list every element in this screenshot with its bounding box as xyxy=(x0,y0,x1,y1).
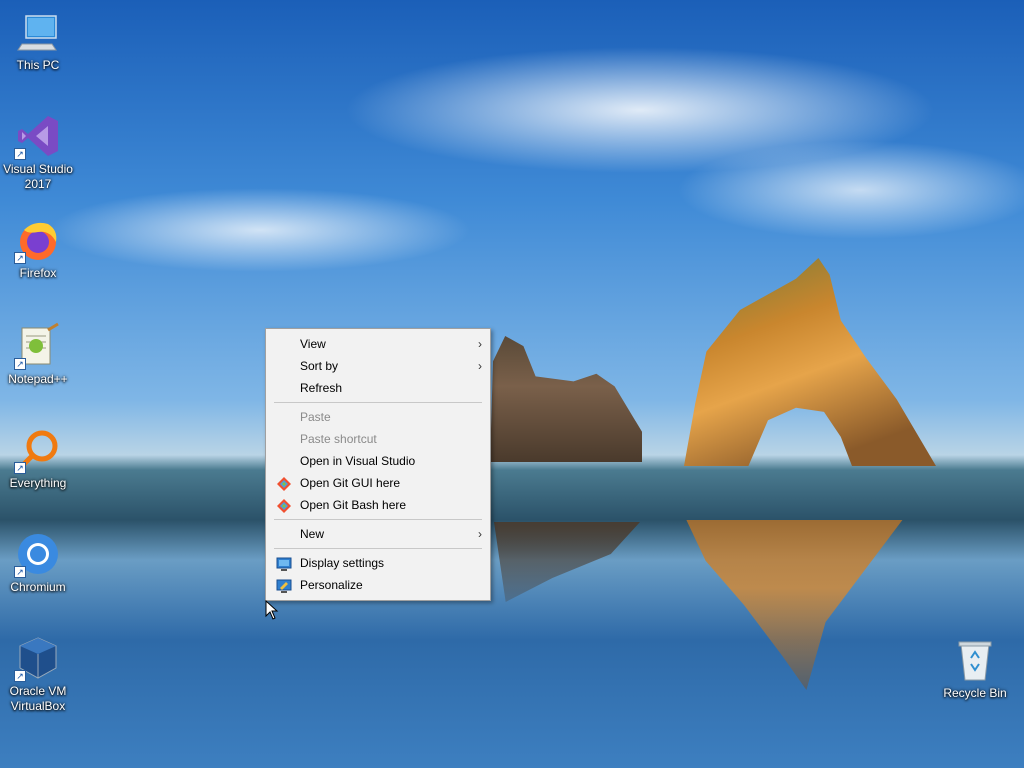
desktop-icon-label: Recycle Bin xyxy=(943,686,1007,700)
menu-item-label: Paste xyxy=(300,410,331,424)
menu-item-open-in-visual-studio[interactable]: Open in Visual Studio xyxy=(266,450,490,472)
desktop-icon-label: Chromium xyxy=(10,580,66,594)
shortcut-arrow-icon: ↗ xyxy=(14,358,26,370)
menu-item-label: Open Git GUI here xyxy=(300,476,401,490)
menu-item-label: Sort by xyxy=(300,359,339,373)
desktop-icon-label: Everything xyxy=(9,476,67,490)
desktop-icon-label: Notepad++ xyxy=(8,372,68,386)
mouse-cursor-icon xyxy=(265,599,279,620)
desktop-icon-label: Firefox xyxy=(19,266,57,280)
submenu-arrow-icon: › xyxy=(478,337,482,351)
menu-item-label: New xyxy=(300,527,325,541)
recycle-bin-icon xyxy=(951,636,999,684)
this-pc-icon xyxy=(14,8,62,56)
menu-item-label: View xyxy=(300,337,326,351)
menu-item-label: Paste shortcut xyxy=(300,432,377,446)
desktop-icon-label: Visual Studio 2017 xyxy=(3,162,73,191)
visual-studio-icon: ↗ xyxy=(14,112,62,160)
submenu-arrow-icon: › xyxy=(478,359,482,373)
menu-item-new[interactable]: New › xyxy=(266,523,490,545)
git-icon xyxy=(276,476,292,491)
menu-item-sort-by[interactable]: Sort by › xyxy=(266,355,490,377)
shortcut-arrow-icon: ↗ xyxy=(14,670,26,682)
submenu-arrow-icon: › xyxy=(478,527,482,541)
menu-item-display-settings[interactable]: Display settings xyxy=(266,552,490,574)
menu-item-label: Refresh xyxy=(300,381,343,395)
display-settings-icon xyxy=(276,556,292,571)
desktop-icon-label: This PC xyxy=(16,58,60,72)
menu-separator xyxy=(274,402,482,403)
desktop-context-menu: View › Sort by › Refresh Paste Paste sho… xyxy=(265,328,491,601)
desktop-icon-this-pc[interactable]: This PC xyxy=(0,8,76,73)
desktop-icon-chromium[interactable]: ↗ Chromium xyxy=(0,530,76,595)
everything-search-icon: ↗ xyxy=(14,426,62,474)
firefox-icon: ↗ xyxy=(14,216,62,264)
menu-item-open-git-bash[interactable]: Open Git Bash here xyxy=(266,494,490,516)
desktop-icon-recycle-bin[interactable]: Recycle Bin xyxy=(936,636,1014,701)
git-icon xyxy=(276,498,292,513)
menu-item-refresh[interactable]: Refresh xyxy=(266,377,490,399)
menu-item-label: Personalize xyxy=(300,578,363,592)
menu-item-view[interactable]: View › xyxy=(266,333,490,355)
desktop-icon-label: Oracle VM VirtualBox xyxy=(9,684,67,713)
shortcut-arrow-icon: ↗ xyxy=(14,252,26,264)
shortcut-arrow-icon: ↗ xyxy=(14,462,26,474)
shortcut-arrow-icon: ↗ xyxy=(14,148,26,160)
desktop-icon-everything[interactable]: ↗ Everything xyxy=(0,426,76,491)
virtualbox-icon: ↗ xyxy=(14,634,62,682)
menu-separator xyxy=(274,519,482,520)
menu-item-label: Open in Visual Studio xyxy=(300,454,416,468)
chromium-icon: ↗ xyxy=(14,530,62,578)
shortcut-arrow-icon: ↗ xyxy=(14,566,26,578)
desktop-icon-firefox[interactable]: ↗ Firefox xyxy=(0,216,76,281)
desktop-icon-visual-studio[interactable]: ↗ Visual Studio 2017 xyxy=(0,112,76,192)
menu-item-label: Open Git Bash here xyxy=(300,498,407,512)
menu-item-personalize[interactable]: Personalize xyxy=(266,574,490,596)
desktop-icon-notepad-plus-plus[interactable]: ↗ Notepad++ xyxy=(0,322,76,387)
menu-item-paste: Paste xyxy=(266,406,490,428)
personalize-icon xyxy=(276,578,292,593)
menu-item-label: Display settings xyxy=(300,556,385,570)
desktop-icon-virtualbox[interactable]: ↗ Oracle VM VirtualBox xyxy=(0,634,76,714)
menu-separator xyxy=(274,548,482,549)
notepad-plus-plus-icon: ↗ xyxy=(14,322,62,370)
menu-item-paste-shortcut: Paste shortcut xyxy=(266,428,490,450)
menu-item-open-git-gui[interactable]: Open Git GUI here xyxy=(266,472,490,494)
